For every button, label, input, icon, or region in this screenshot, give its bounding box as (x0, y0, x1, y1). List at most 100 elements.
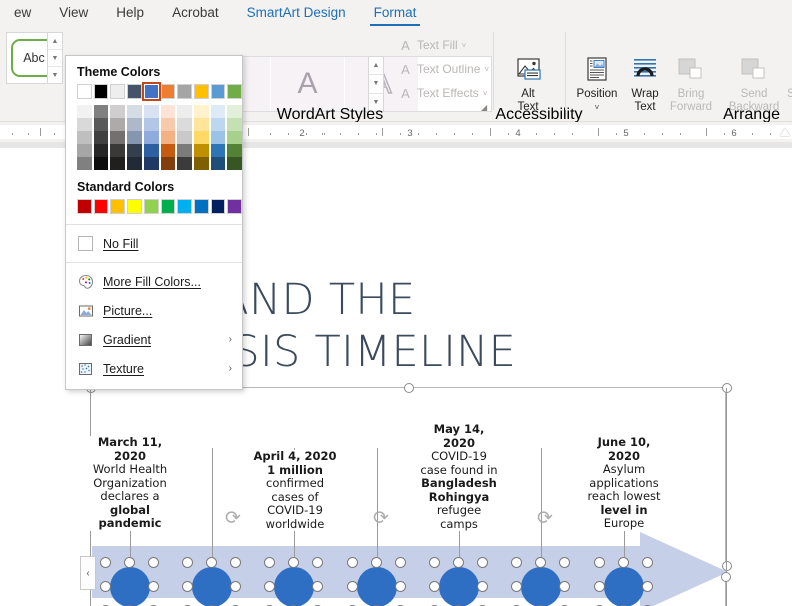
standard-color-swatch[interactable] (210, 199, 226, 214)
tab-smartart-design[interactable]: SmartArt Design (233, 0, 360, 26)
theme-variant-swatch[interactable] (77, 118, 92, 131)
timeline-node-3[interactable] (264, 557, 323, 606)
theme-variant-swatch[interactable] (210, 157, 226, 170)
theme-variant-swatch[interactable] (193, 105, 209, 118)
theme-variant-row[interactable] (77, 105, 243, 118)
theme-variant-swatch[interactable] (110, 118, 126, 131)
node-circle[interactable] (110, 567, 150, 606)
theme-variant-swatch[interactable] (143, 118, 159, 131)
theme-variant-swatch[interactable] (177, 144, 192, 157)
timeline-label-4[interactable]: June 10, 2020 Asylum applications reach … (581, 435, 667, 531)
theme-variant-swatch[interactable] (193, 144, 209, 157)
node-circle[interactable] (192, 567, 232, 606)
theme-color-swatch[interactable] (110, 84, 126, 99)
theme-colors-grid[interactable] (66, 82, 243, 176)
theme-variant-swatch[interactable] (160, 105, 176, 118)
theme-variant-swatch[interactable] (110, 157, 126, 170)
theme-variant-swatch[interactable] (193, 131, 209, 144)
theme-variant-swatch[interactable] (127, 144, 142, 157)
text-outline-button[interactable]: A Text Outline ˅ (398, 60, 489, 78)
chevron-down-icon[interactable]: ˅ (462, 41, 467, 50)
standard-color-swatch[interactable] (110, 199, 126, 214)
chevron-down-icon[interactable]: ˅ (483, 89, 488, 98)
chevron-right-icon[interactable]: › (229, 363, 232, 374)
theme-variant-swatch[interactable] (210, 144, 226, 157)
theme-variant-swatch[interactable] (160, 118, 176, 131)
theme-variant-swatch[interactable] (93, 118, 109, 131)
node-circle[interactable] (521, 567, 561, 606)
menu-item-no-fill[interactable]: No Fill (66, 229, 242, 258)
gallery-scroll-down-icon[interactable]: ▼ (369, 75, 383, 94)
standard-colors-grid[interactable] (66, 199, 243, 220)
node-circle[interactable] (274, 567, 314, 606)
gallery-scroll-up-icon[interactable]: ▲ (369, 57, 383, 76)
theme-variant-swatch[interactable] (177, 118, 192, 131)
tab-help[interactable]: Help (102, 0, 158, 26)
theme-variant-swatch[interactable] (93, 105, 109, 118)
theme-color-swatch[interactable] (93, 84, 109, 99)
selection-pane-button[interactable]: S (783, 56, 792, 116)
node-circle[interactable] (604, 567, 644, 606)
tab-format[interactable]: Format (360, 0, 431, 26)
text-fill-button[interactable]: A Text Fill ˅ (398, 36, 466, 54)
theme-variant-swatch[interactable] (93, 157, 109, 170)
theme-color-swatch[interactable] (160, 84, 176, 99)
theme-variant-swatch[interactable] (143, 157, 159, 170)
node-circle[interactable] (357, 567, 397, 606)
standard-color-swatch[interactable] (227, 199, 243, 214)
wordart-gallery-spinner[interactable]: ▲ ▼ ▼ (368, 56, 384, 112)
theme-variant-swatch[interactable] (177, 105, 192, 118)
timeline-label-2[interactable]: April 4, 2020 1 million confirmed cases … (252, 449, 338, 531)
tab-acrobat[interactable]: Acrobat (158, 0, 233, 26)
theme-variant-swatch[interactable] (143, 144, 159, 157)
theme-variant-swatch[interactable] (160, 157, 176, 170)
menu-item-gradient[interactable]: Gradient › (66, 325, 242, 354)
standard-color-swatch[interactable] (93, 199, 109, 214)
chevron-down-icon[interactable]: ˅ (484, 65, 489, 74)
theme-color-swatch[interactable] (193, 84, 209, 99)
tab-view[interactable]: View (45, 0, 102, 26)
theme-color-swatch[interactable] (227, 84, 243, 99)
menu-item-texture[interactable]: Texture › (66, 354, 242, 383)
document-title[interactable]: 19 AND THE EE CRISIS TIMELINE (90, 274, 790, 378)
indent-marker[interactable] (780, 128, 790, 136)
theme-variant-row[interactable] (77, 118, 243, 131)
theme-variant-swatch[interactable] (127, 118, 142, 131)
timeline-node-7[interactable] (594, 557, 653, 606)
standard-color-swatch[interactable] (177, 199, 192, 214)
theme-variant-swatch[interactable] (77, 105, 92, 118)
theme-variant-row[interactable] (77, 157, 243, 170)
theme-variant-swatch[interactable] (227, 144, 243, 157)
theme-variant-swatch[interactable] (77, 144, 92, 157)
theme-variant-swatch[interactable] (227, 118, 243, 131)
theme-variant-swatch[interactable] (160, 131, 176, 144)
theme-colors-base-row[interactable] (77, 82, 243, 101)
wordart-styles-dialog-launcher[interactable]: ◢ (481, 103, 487, 112)
theme-variant-row[interactable] (77, 131, 243, 144)
theme-variant-swatch[interactable] (143, 131, 159, 144)
standard-color-swatch[interactable] (160, 199, 176, 214)
theme-variant-swatch[interactable] (193, 157, 209, 170)
theme-color-swatch[interactable] (77, 84, 92, 99)
theme-variant-swatch[interactable] (210, 131, 226, 144)
theme-variant-swatch[interactable] (110, 105, 126, 118)
theme-variant-swatch[interactable] (77, 157, 92, 170)
standard-colors-row[interactable] (77, 199, 243, 214)
node-circle[interactable] (439, 567, 479, 606)
text-effects-button[interactable]: A Text Effects ˅ (398, 84, 487, 102)
theme-color-swatch[interactable] (141, 82, 161, 101)
shape-fill-dropdown-menu[interactable]: Theme Colors Standard Colors No Fill Mor… (65, 55, 243, 390)
scroll-down-icon[interactable]: ▼ (48, 50, 62, 67)
theme-variant-swatch[interactable] (227, 157, 243, 170)
menu-item-picture[interactable]: Picture... (66, 296, 242, 325)
standard-color-swatch[interactable] (193, 199, 209, 214)
theme-variant-swatch[interactable] (110, 131, 126, 144)
resize-handle-tc[interactable] (404, 383, 414, 393)
timeline-label-3[interactable]: May 14, 2020 COVID-19 case found in Bang… (416, 422, 502, 531)
theme-variant-swatch[interactable] (227, 131, 243, 144)
collapse-ribbon-arrow-button[interactable]: ‹ (80, 556, 96, 590)
timeline-node-2[interactable] (182, 557, 241, 606)
theme-variant-swatch[interactable] (93, 131, 109, 144)
tab-review[interactable]: ew (0, 0, 45, 26)
scroll-up-icon[interactable]: ▲ (48, 33, 62, 50)
